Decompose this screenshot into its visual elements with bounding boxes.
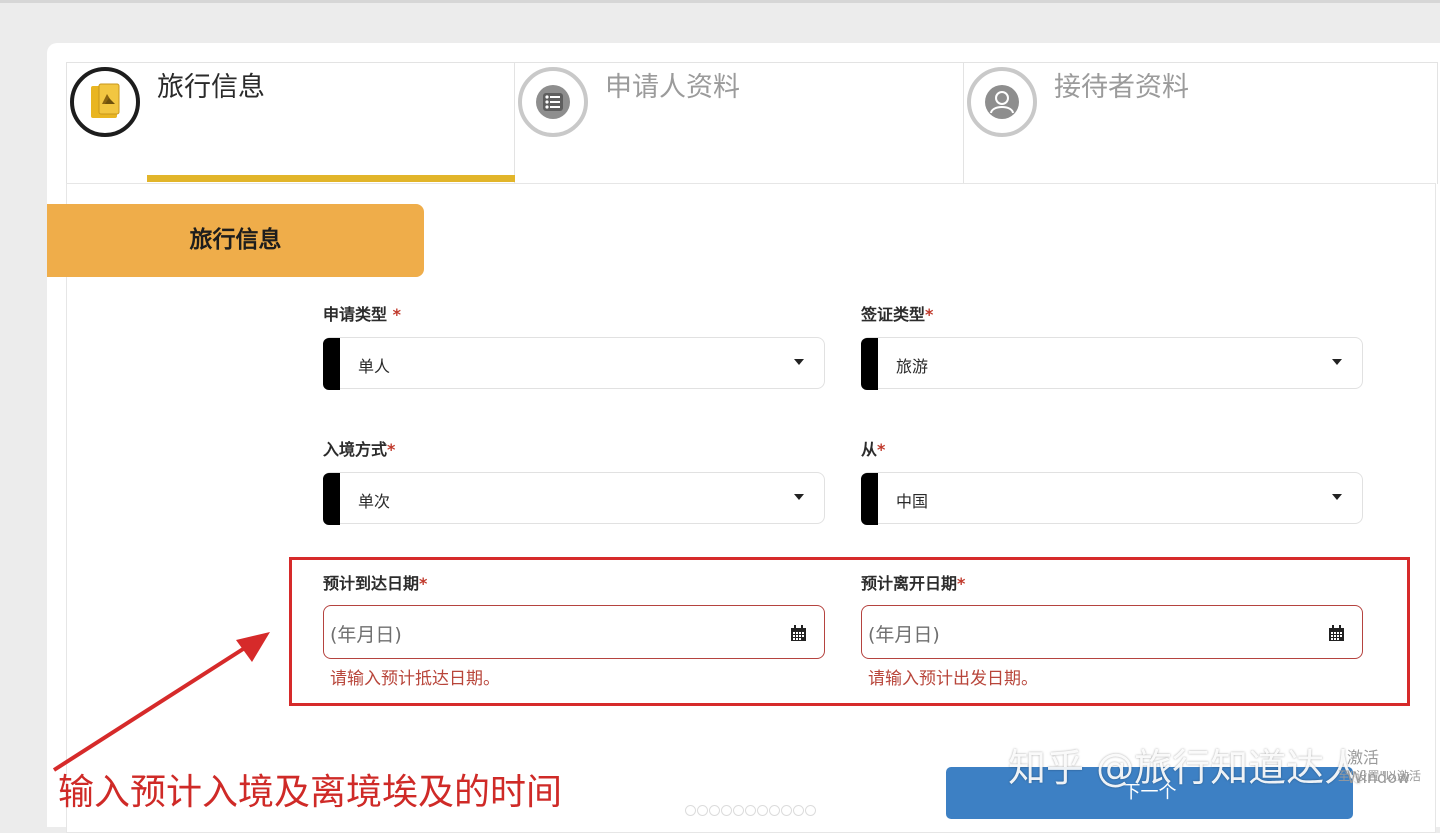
- visa-type-label: 签证类型*: [861, 304, 933, 326]
- user-icon: [967, 67, 1037, 137]
- passport-icon: [70, 67, 140, 137]
- dot: [805, 805, 816, 816]
- step-label: 申请人资料: [605, 72, 740, 103]
- step-indicator: 旅行信息 申请人资料 接待者资料: [66, 62, 1438, 184]
- application-type-label: 申请类型 *: [323, 304, 401, 326]
- active-step-bar: [147, 175, 515, 182]
- entry-mode-select[interactable]: 单次: [323, 472, 825, 525]
- caret-down-icon: [1332, 494, 1342, 500]
- step-host-info[interactable]: 接待者资料: [964, 63, 1439, 184]
- arrival-date-label: 预计到达日期*: [323, 573, 427, 595]
- required-mark: *: [392, 305, 401, 324]
- calendar-icon[interactable]: [790, 625, 807, 642]
- from-label: 从*: [861, 439, 885, 461]
- calendar-icon[interactable]: [1328, 625, 1345, 642]
- dot: [709, 805, 720, 816]
- dot: [781, 805, 792, 816]
- departure-date-label: 预计离开日期*: [861, 573, 965, 595]
- entry-mode-label: 入境方式*: [323, 439, 395, 461]
- caret-down-icon: [794, 359, 804, 365]
- label-text: 从: [861, 440, 878, 459]
- arrival-date-error: 请输入预计抵达日期。: [330, 669, 500, 689]
- dot: [697, 805, 708, 816]
- caret-down-icon: [794, 494, 804, 500]
- departure-date-input[interactable]: (年月日): [861, 605, 1363, 659]
- required-mark: *: [877, 440, 886, 459]
- label-text: 入境方式: [323, 440, 388, 459]
- date-placeholder: (年月日): [330, 624, 402, 646]
- caret-down-icon: [1332, 359, 1342, 365]
- dot: [685, 805, 696, 816]
- dot: [745, 805, 756, 816]
- selected-value: 单人: [358, 357, 391, 376]
- dot: [721, 805, 732, 816]
- select-accent: [323, 473, 340, 525]
- section-title: 旅行信息: [47, 204, 424, 277]
- required-mark: *: [387, 440, 396, 459]
- dot: [733, 805, 744, 816]
- visa-type-select[interactable]: 旅游: [861, 337, 1363, 390]
- application-type-select[interactable]: 单人: [323, 337, 825, 390]
- label-text: 签证类型: [861, 305, 926, 324]
- arrival-date-input[interactable]: (年月日): [323, 605, 825, 659]
- label-text: 预计离开日期: [861, 574, 958, 593]
- required-mark: *: [419, 574, 428, 593]
- label-text: 申请类型: [323, 305, 388, 324]
- zhihu-watermark: 知乎 @旅行知道达人: [1008, 746, 1363, 790]
- selected-value: 旅游: [896, 357, 929, 376]
- label-text: 预计到达日期: [323, 574, 420, 593]
- dot: [757, 805, 768, 816]
- selected-value: 中国: [896, 492, 929, 511]
- departure-date-error: 请输入预计出发日期。: [868, 669, 1038, 689]
- select-accent: [323, 338, 340, 390]
- annotation-arrow-icon: [52, 632, 270, 772]
- dot: [793, 805, 804, 816]
- date-placeholder: (年月日): [868, 624, 940, 646]
- step-travel-info[interactable]: 旅行信息: [67, 63, 515, 184]
- step-label: 旅行信息: [157, 72, 265, 103]
- dot: [769, 805, 780, 816]
- list-icon: [518, 67, 588, 137]
- from-country-select[interactable]: 中国: [861, 472, 1363, 525]
- required-mark: *: [957, 574, 966, 593]
- required-mark: *: [925, 305, 934, 324]
- select-accent: [861, 473, 878, 525]
- select-accent: [861, 338, 878, 390]
- selected-value: 单次: [358, 492, 391, 511]
- pagination-dots: [685, 801, 817, 820]
- step-label: 接待者资料: [1054, 72, 1189, 103]
- annotation-text: 输入预计入境及离境埃及的时间: [58, 772, 563, 813]
- step-applicant-info[interactable]: 申请人资料: [515, 63, 964, 184]
- browser-top-strip: [0, 0, 1440, 3]
- activate-windows-hint: 至"设置"以激活: [1338, 769, 1422, 783]
